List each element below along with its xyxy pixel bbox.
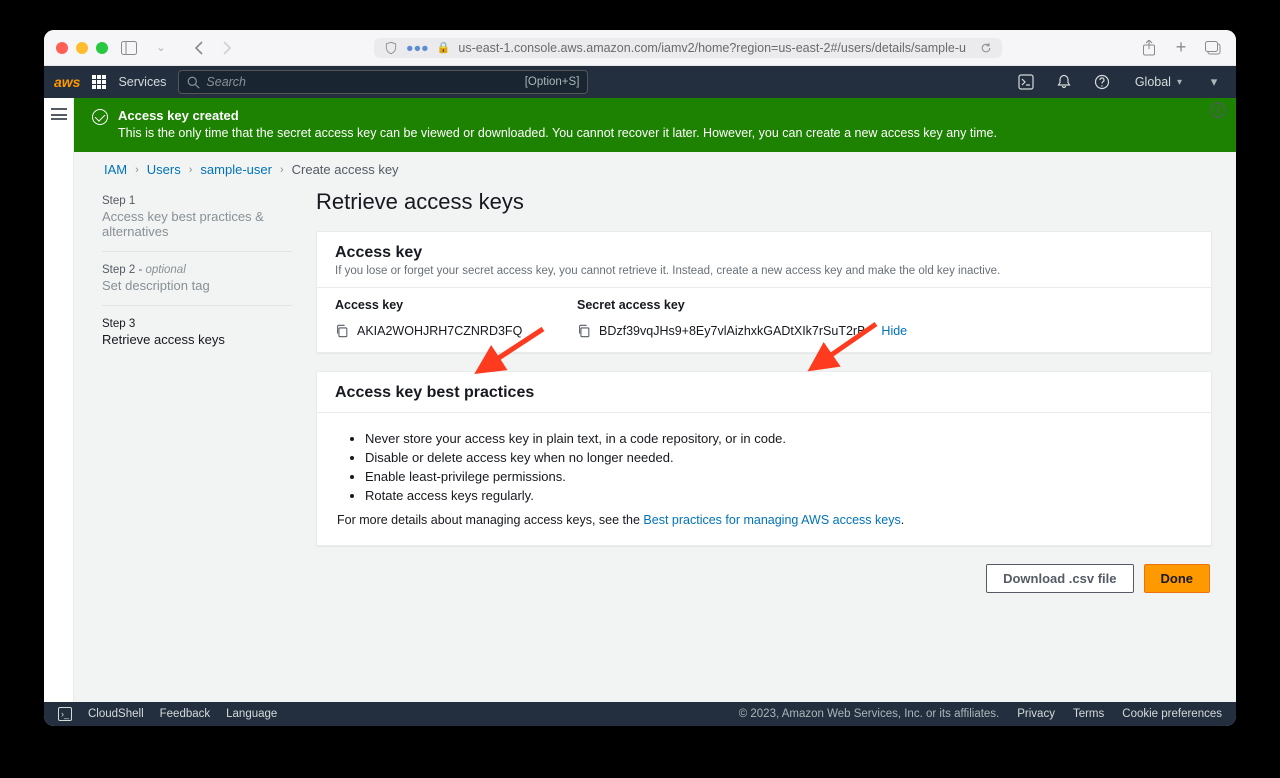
search-hint: [Option+S] xyxy=(525,76,580,88)
info-icon[interactable] xyxy=(1210,102,1226,118)
tabs-icon[interactable] xyxy=(1202,37,1224,59)
notifications-icon[interactable] xyxy=(1051,69,1077,95)
footer-language[interactable]: Language xyxy=(226,708,277,720)
cloudshell-footer-icon[interactable]: ›_ xyxy=(58,707,72,721)
chevron-right-icon: › xyxy=(280,164,284,176)
region-selector[interactable]: Global xyxy=(1127,75,1190,89)
crumb-users[interactable]: Users xyxy=(147,162,181,177)
url-text: us-east-1.console.aws.amazon.com/iamv2/h… xyxy=(458,41,966,55)
chevron-right-icon: › xyxy=(189,164,193,176)
address-bar[interactable]: ●●● 🔒 us-east-1.console.aws.amazon.com/i… xyxy=(374,38,1002,58)
maximize-window[interactable] xyxy=(96,42,108,54)
back-button[interactable] xyxy=(188,37,210,59)
search-input[interactable]: Search [Option+S] xyxy=(178,70,588,94)
shield-icon xyxy=(384,41,398,55)
access-key-panel: Access key If you lose or forget your se… xyxy=(316,231,1212,353)
best-practices-panel: Access key best practices Never store yo… xyxy=(316,371,1212,546)
aws-topnav: aws Services Search [Option+S] Global ▾ xyxy=(44,66,1236,98)
new-tab-icon[interactable]: + xyxy=(1170,37,1192,59)
minimize-window[interactable] xyxy=(76,42,88,54)
footer-cookies[interactable]: Cookie preferences xyxy=(1122,708,1222,720)
search-icon xyxy=(187,76,200,89)
footer-cloudshell[interactable]: CloudShell xyxy=(88,708,144,720)
best-practices-heading: Access key best practices xyxy=(335,384,1193,402)
services-label[interactable]: Services xyxy=(118,75,166,89)
aws-logo[interactable]: aws xyxy=(54,74,80,90)
banner-title: Access key created xyxy=(118,108,997,123)
crumb-iam[interactable]: IAM xyxy=(104,162,127,177)
footer-terms[interactable]: Terms xyxy=(1073,708,1104,720)
footer-feedback[interactable]: Feedback xyxy=(160,708,211,720)
crumb-current: Create access key xyxy=(292,162,399,177)
access-key-sub: If you lose or forget your secret access… xyxy=(335,265,1193,277)
hide-link[interactable]: Hide xyxy=(881,324,907,338)
reload-icon[interactable] xyxy=(980,42,992,54)
sidebar-toggle-icon[interactable] xyxy=(118,37,140,59)
access-key-heading: Access key xyxy=(335,244,1193,262)
access-key-id-value: AKIA2WOHJRH7CZNRD3FQ xyxy=(357,324,522,338)
step-2[interactable]: Step 2 - optional Set description tag xyxy=(102,258,292,306)
collapse-sidebar[interactable] xyxy=(44,98,74,702)
step-3: Step 3 Retrieve access keys xyxy=(102,312,292,359)
services-grid-icon[interactable] xyxy=(92,75,106,89)
bp-item: Never store your access key in plain tex… xyxy=(365,431,1191,446)
aws-footer: ›_ CloudShell Feedback Language © 2023, … xyxy=(44,702,1236,726)
bp-item: Disable or delete access key when no lon… xyxy=(365,450,1191,465)
bp-item: Enable least-privilege permissions. xyxy=(365,469,1191,484)
secret-key-value: BDzf39vqJHs9+8Ey7vlAizhxkGADtXIk7rSuT2rB xyxy=(599,324,865,338)
traffic-lights xyxy=(56,42,108,54)
close-window[interactable] xyxy=(56,42,68,54)
banner-subtitle: This is the only time that the secret ac… xyxy=(118,126,997,140)
footer-privacy[interactable]: Privacy xyxy=(1017,708,1055,720)
browser-dropdown-icon[interactable]: ⌄ xyxy=(150,37,172,59)
download-csv-button[interactable]: Download .csv file xyxy=(986,564,1133,593)
check-circle-icon xyxy=(92,109,108,125)
copy-icon[interactable] xyxy=(335,324,349,338)
forward-button[interactable] xyxy=(216,37,238,59)
best-practices-link[interactable]: Best practices for managing AWS access k… xyxy=(643,513,900,527)
browser-chrome: ⌄ ●●● 🔒 us-east-1.console.aws.amazon.com… xyxy=(44,30,1236,66)
done-button[interactable]: Done xyxy=(1144,564,1211,593)
wizard-steps: Step 1 Access key best practices & alter… xyxy=(102,189,292,593)
chevron-right-icon: › xyxy=(135,164,139,176)
success-banner: Access key created This is the only time… xyxy=(74,98,1236,152)
footer-copyright: © 2023, Amazon Web Services, Inc. or its… xyxy=(739,708,1000,720)
bp-item: Rotate access keys regularly. xyxy=(365,488,1191,503)
account-menu[interactable]: ▾ xyxy=(1202,74,1226,90)
crumb-user[interactable]: sample-user xyxy=(200,162,272,177)
step-1[interactable]: Step 1 Access key best practices & alter… xyxy=(102,189,292,252)
lock-icon: 🔒 xyxy=(437,41,451,54)
copy-icon[interactable] xyxy=(577,324,591,338)
secret-key-label: Secret access key xyxy=(577,298,1193,312)
page-title: Retrieve access keys xyxy=(316,189,1212,215)
help-icon[interactable] xyxy=(1089,69,1115,95)
cloudshell-icon[interactable] xyxy=(1013,69,1039,95)
share-icon[interactable] xyxy=(1138,37,1160,59)
reader-icon: ●●● xyxy=(406,41,429,55)
breadcrumb: IAM › Users › sample-user › Create acces… xyxy=(74,152,1236,181)
search-placeholder: Search xyxy=(206,75,524,89)
access-key-id-label: Access key xyxy=(335,298,541,312)
